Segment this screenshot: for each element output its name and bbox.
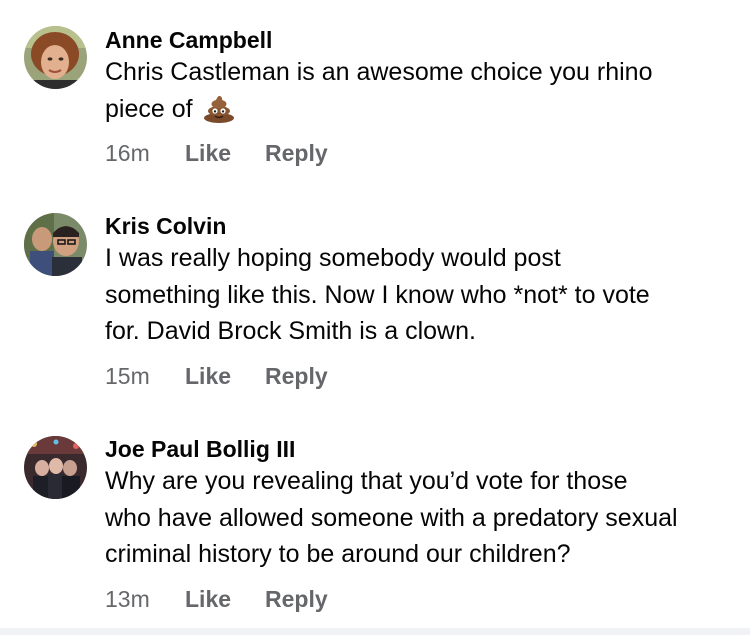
comment-text-line: criminal history to be around our childr…	[105, 540, 571, 568]
reply-button[interactable]: Reply	[265, 138, 328, 168]
comment-author[interactable]: Joe Paul Bollig III	[105, 435, 295, 463]
comment-timestamp[interactable]: 15m	[105, 361, 150, 391]
like-button[interactable]: Like	[185, 584, 231, 614]
comment-timestamp[interactable]: 13m	[105, 584, 150, 614]
comment-text-line: who have allowed someone with a predator…	[105, 503, 678, 532]
reply-button[interactable]: Reply	[265, 361, 328, 391]
like-button[interactable]: Like	[185, 361, 231, 391]
comment-text-line: something like this. Now I know who *not…	[105, 280, 650, 309]
reply-button[interactable]: Reply	[265, 584, 328, 614]
comment-text-line: for. David Brock Smith is a clown.	[105, 317, 476, 345]
comment-author[interactable]: Kris Colvin	[105, 212, 226, 240]
avatar[interactable]	[24, 213, 87, 276]
comment-author[interactable]: Anne Campbell	[105, 26, 272, 54]
comment-timestamp[interactable]: 16m	[105, 138, 150, 168]
avatar[interactable]	[24, 436, 87, 499]
comment-text-line: piece of	[105, 91, 735, 128]
comment-text-fragment: piece of	[105, 94, 193, 123]
comment-text: Why are you revealing that you’d vote fo…	[105, 463, 735, 573]
like-button[interactable]: Like	[185, 138, 231, 168]
comment-text: I was really hoping somebody would post …	[105, 240, 735, 350]
comment-text-line: Chris Castleman is an awesome choice you…	[105, 58, 653, 86]
avatar[interactable]	[24, 26, 87, 89]
bottom-divider	[0, 628, 750, 635]
comment-text-line: I was really hoping somebody would post	[105, 244, 561, 272]
comment-text: Chris Castleman is an awesome choice you…	[105, 54, 735, 127]
comment-text-line: Why are you revealing that you’d vote fo…	[105, 467, 628, 495]
pile-of-poo-icon	[203, 93, 235, 123]
